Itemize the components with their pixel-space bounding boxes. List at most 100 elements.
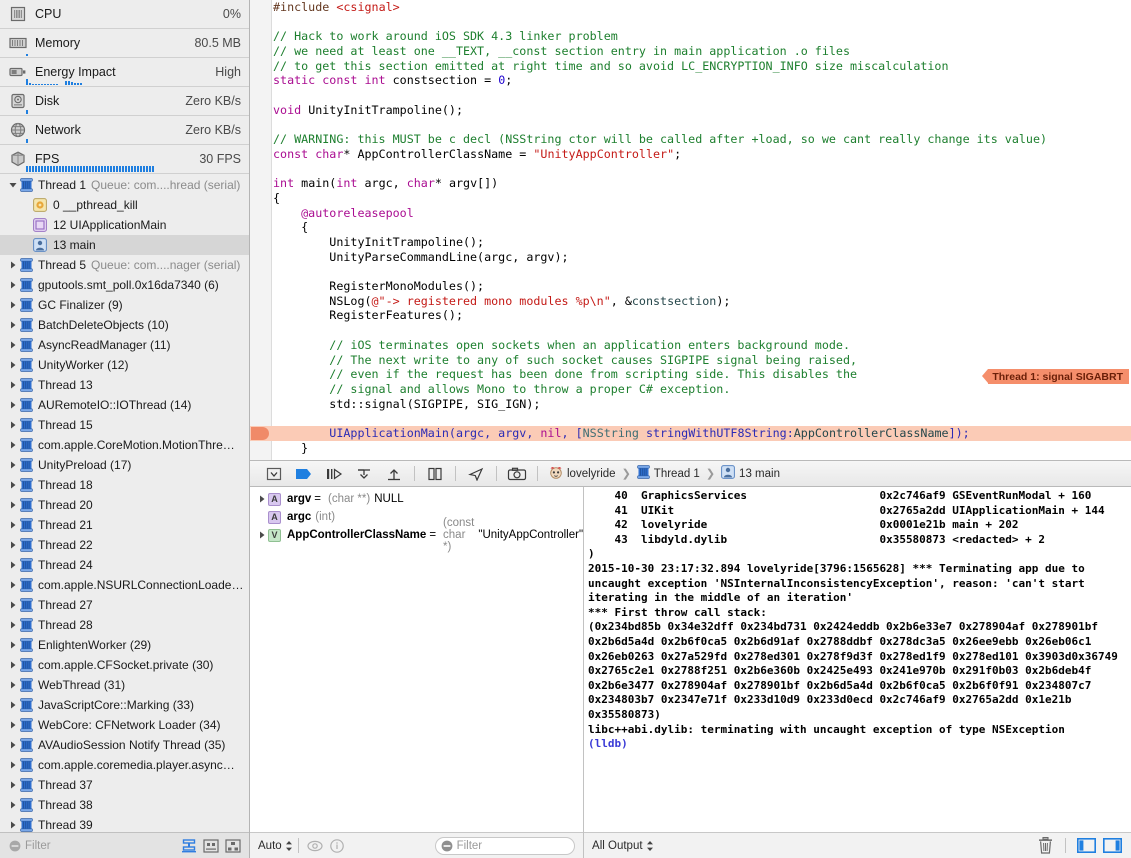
variables-filter-input[interactable]: Filter bbox=[434, 836, 576, 855]
thread-row[interactable]: Thread 28 bbox=[0, 615, 249, 635]
gauge-row-cpu[interactable]: CPU 0% bbox=[0, 0, 249, 29]
source-code[interactable]: #include <csignal> // Hack to work aroun… bbox=[250, 0, 1131, 460]
toggle-variable-preview-button[interactable] bbox=[304, 837, 326, 855]
thread-row[interactable]: Thread 37 bbox=[0, 775, 249, 795]
disclosure-triangle-right-icon[interactable] bbox=[6, 581, 19, 589]
disclosure-triangle-right-icon[interactable] bbox=[6, 741, 19, 749]
thread-row[interactable]: Thread 20 bbox=[0, 495, 249, 515]
disclosure-triangle-right-icon[interactable] bbox=[6, 261, 19, 269]
gauge-row-energy-impact[interactable]: Energy Impact High bbox=[0, 58, 249, 87]
disclosure-triangle-right-icon[interactable] bbox=[6, 301, 19, 309]
thread-row[interactable]: Thread 39 bbox=[0, 815, 249, 832]
console-output-filter-popup[interactable]: All Output bbox=[592, 840, 654, 852]
jump-bar-item[interactable]: lovelyride bbox=[549, 465, 616, 482]
thread-row[interactable]: GC Finalizer (9) bbox=[0, 295, 249, 315]
thread-row[interactable]: AVAudioSession Notify Thread (35) bbox=[0, 735, 249, 755]
disclosure-triangle-right-icon[interactable] bbox=[6, 701, 19, 709]
thread-row[interactable]: com.apple.CFSocket.private (30) bbox=[0, 655, 249, 675]
thread-row[interactable]: Thread 21 bbox=[0, 515, 249, 535]
disclosure-triangle-right-icon[interactable] bbox=[6, 421, 19, 429]
disclosure-triangle-right-icon[interactable] bbox=[6, 461, 19, 469]
disclosure-triangle-right-icon[interactable] bbox=[6, 441, 19, 449]
disclosure-triangle-down-icon[interactable] bbox=[6, 181, 19, 189]
continue-button[interactable] bbox=[289, 463, 319, 485]
disclosure-triangle-right-icon[interactable] bbox=[6, 481, 19, 489]
show-only-running-blocks-button[interactable] bbox=[179, 837, 199, 854]
stack-frame-row[interactable]: 0 __pthread_kill bbox=[0, 195, 249, 215]
disclosure-triangle-right-icon[interactable] bbox=[6, 321, 19, 329]
thread-row[interactable]: Thread 22 bbox=[0, 535, 249, 555]
show-all-frames-button[interactable] bbox=[201, 837, 221, 854]
thread-row[interactable]: Thread 5 Queue: com....nager (serial) bbox=[0, 255, 249, 275]
disclosure-triangle-right-icon[interactable] bbox=[6, 621, 19, 629]
thread-row[interactable]: Thread 38 bbox=[0, 795, 249, 815]
gauge-row-network[interactable]: Network Zero KB/s bbox=[0, 116, 249, 145]
step-over-button[interactable] bbox=[319, 463, 349, 485]
thread-row[interactable]: EnlightenWorker (29) bbox=[0, 635, 249, 655]
current-instruction-pointer-icon[interactable] bbox=[251, 426, 269, 440]
thread-row[interactable]: Thread 15 bbox=[0, 415, 249, 435]
thread-row[interactable]: WebThread (31) bbox=[0, 675, 249, 695]
thread-row[interactable]: Thread 18 bbox=[0, 475, 249, 495]
variables-scope-popup[interactable]: Auto bbox=[258, 840, 293, 852]
thread-row[interactable]: JavaScriptCore::Marking (33) bbox=[0, 695, 249, 715]
disclosure-triangle-right-icon[interactable] bbox=[6, 561, 19, 569]
thread-row[interactable]: gputools.smt_poll.0x16da7340 (6) bbox=[0, 275, 249, 295]
jump-bar-item[interactable]: Thread 1 bbox=[637, 465, 700, 482]
thread-row[interactable]: BatchDeleteObjects (10) bbox=[0, 315, 249, 335]
gauge-row-fps[interactable]: FPS 30 FPS bbox=[0, 145, 249, 174]
disclosure-triangle-right-icon[interactable] bbox=[6, 781, 19, 789]
disclosure-triangle-right-icon[interactable] bbox=[6, 821, 19, 829]
disclosure-triangle-right-icon[interactable] bbox=[6, 401, 19, 409]
disclosure-triangle-right-icon[interactable] bbox=[6, 341, 19, 349]
show-variables-pane-button[interactable] bbox=[1075, 838, 1097, 854]
variable-row[interactable]: Aargv = (char **) NULL bbox=[250, 490, 583, 508]
hide-debug-area-button[interactable] bbox=[259, 463, 289, 485]
disclosure-triangle-right-icon[interactable] bbox=[6, 761, 19, 769]
variable-row[interactable]: Aargc (int) bbox=[250, 508, 583, 526]
thread-row[interactable]: AURemoteIO::IOThread (14) bbox=[0, 395, 249, 415]
thread-row[interactable]: Thread 27 bbox=[0, 595, 249, 615]
disclosure-triangle-right-icon[interactable] bbox=[6, 601, 19, 609]
navigator-filter-input[interactable]: Filter bbox=[4, 837, 174, 855]
disclosure-triangle-right-icon[interactable] bbox=[6, 661, 19, 669]
thread-row[interactable]: com.apple.NSURLConnectionLoade… bbox=[0, 575, 249, 595]
step-into-button[interactable] bbox=[349, 463, 379, 485]
step-out-button[interactable] bbox=[379, 463, 409, 485]
thread-row[interactable]: com.apple.coremedia.player.async… bbox=[0, 755, 249, 775]
stack-frame-row[interactable]: 12 UIApplicationMain bbox=[0, 215, 249, 235]
clear-console-button[interactable] bbox=[1034, 837, 1056, 854]
disclosure-triangle-right-icon[interactable] bbox=[6, 521, 19, 529]
disclosure-triangle-right-icon[interactable] bbox=[6, 721, 19, 729]
disclosure-triangle-right-icon[interactable] bbox=[255, 531, 268, 539]
show-console-pane-button[interactable] bbox=[1101, 838, 1123, 854]
thread-row[interactable]: Thread 24 bbox=[0, 555, 249, 575]
source-editor[interactable]: #include <csignal> // Hack to work aroun… bbox=[250, 0, 1131, 461]
disclosure-triangle-right-icon[interactable] bbox=[6, 281, 19, 289]
thread-row[interactable]: Thread 13 bbox=[0, 375, 249, 395]
console-output[interactable]: 40 GraphicsServices 0x2c746af9 GSEventRu… bbox=[584, 487, 1131, 832]
stack-frame-row[interactable]: 13 main bbox=[0, 235, 249, 255]
disclosure-triangle-right-icon[interactable] bbox=[6, 501, 19, 509]
thread-row[interactable]: com.apple.CoreMotion.MotionThre… bbox=[0, 435, 249, 455]
disclosure-triangle-right-icon[interactable] bbox=[6, 641, 19, 649]
thread-row[interactable]: AsyncReadManager (11) bbox=[0, 335, 249, 355]
variable-row[interactable]: V AppControllerClassName = (const char *) "U… bbox=[250, 517, 583, 553]
crash-annotation-badge[interactable]: Thread 1: signal SIGABRT bbox=[982, 369, 1129, 384]
disclosure-triangle-right-icon[interactable] bbox=[6, 801, 19, 809]
simulate-location-button[interactable] bbox=[461, 463, 491, 485]
capture-screenshot-button[interactable] bbox=[502, 463, 532, 485]
disclosure-triangle-right-icon[interactable] bbox=[6, 361, 19, 369]
disclosure-triangle-right-icon[interactable] bbox=[6, 681, 19, 689]
gauge-row-disk[interactable]: Disk Zero KB/s bbox=[0, 87, 249, 116]
jump-bar-item[interactable]: 13 main bbox=[721, 465, 780, 482]
show-queues-button[interactable] bbox=[223, 837, 243, 854]
disclosure-triangle-right-icon[interactable] bbox=[255, 495, 268, 503]
disclosure-triangle-right-icon[interactable] bbox=[6, 381, 19, 389]
thread-row[interactable]: WebCore: CFNetwork Loader (34) bbox=[0, 715, 249, 735]
gauge-row-memory[interactable]: Memory 80.5 MB bbox=[0, 29, 249, 58]
thread-row[interactable]: UnityPreload (17) bbox=[0, 455, 249, 475]
thread-row-current[interactable]: Thread 1 Queue: com....hread (serial) bbox=[0, 175, 249, 195]
disclosure-triangle-right-icon[interactable] bbox=[6, 541, 19, 549]
thread-row[interactable]: UnityWorker (12) bbox=[0, 355, 249, 375]
